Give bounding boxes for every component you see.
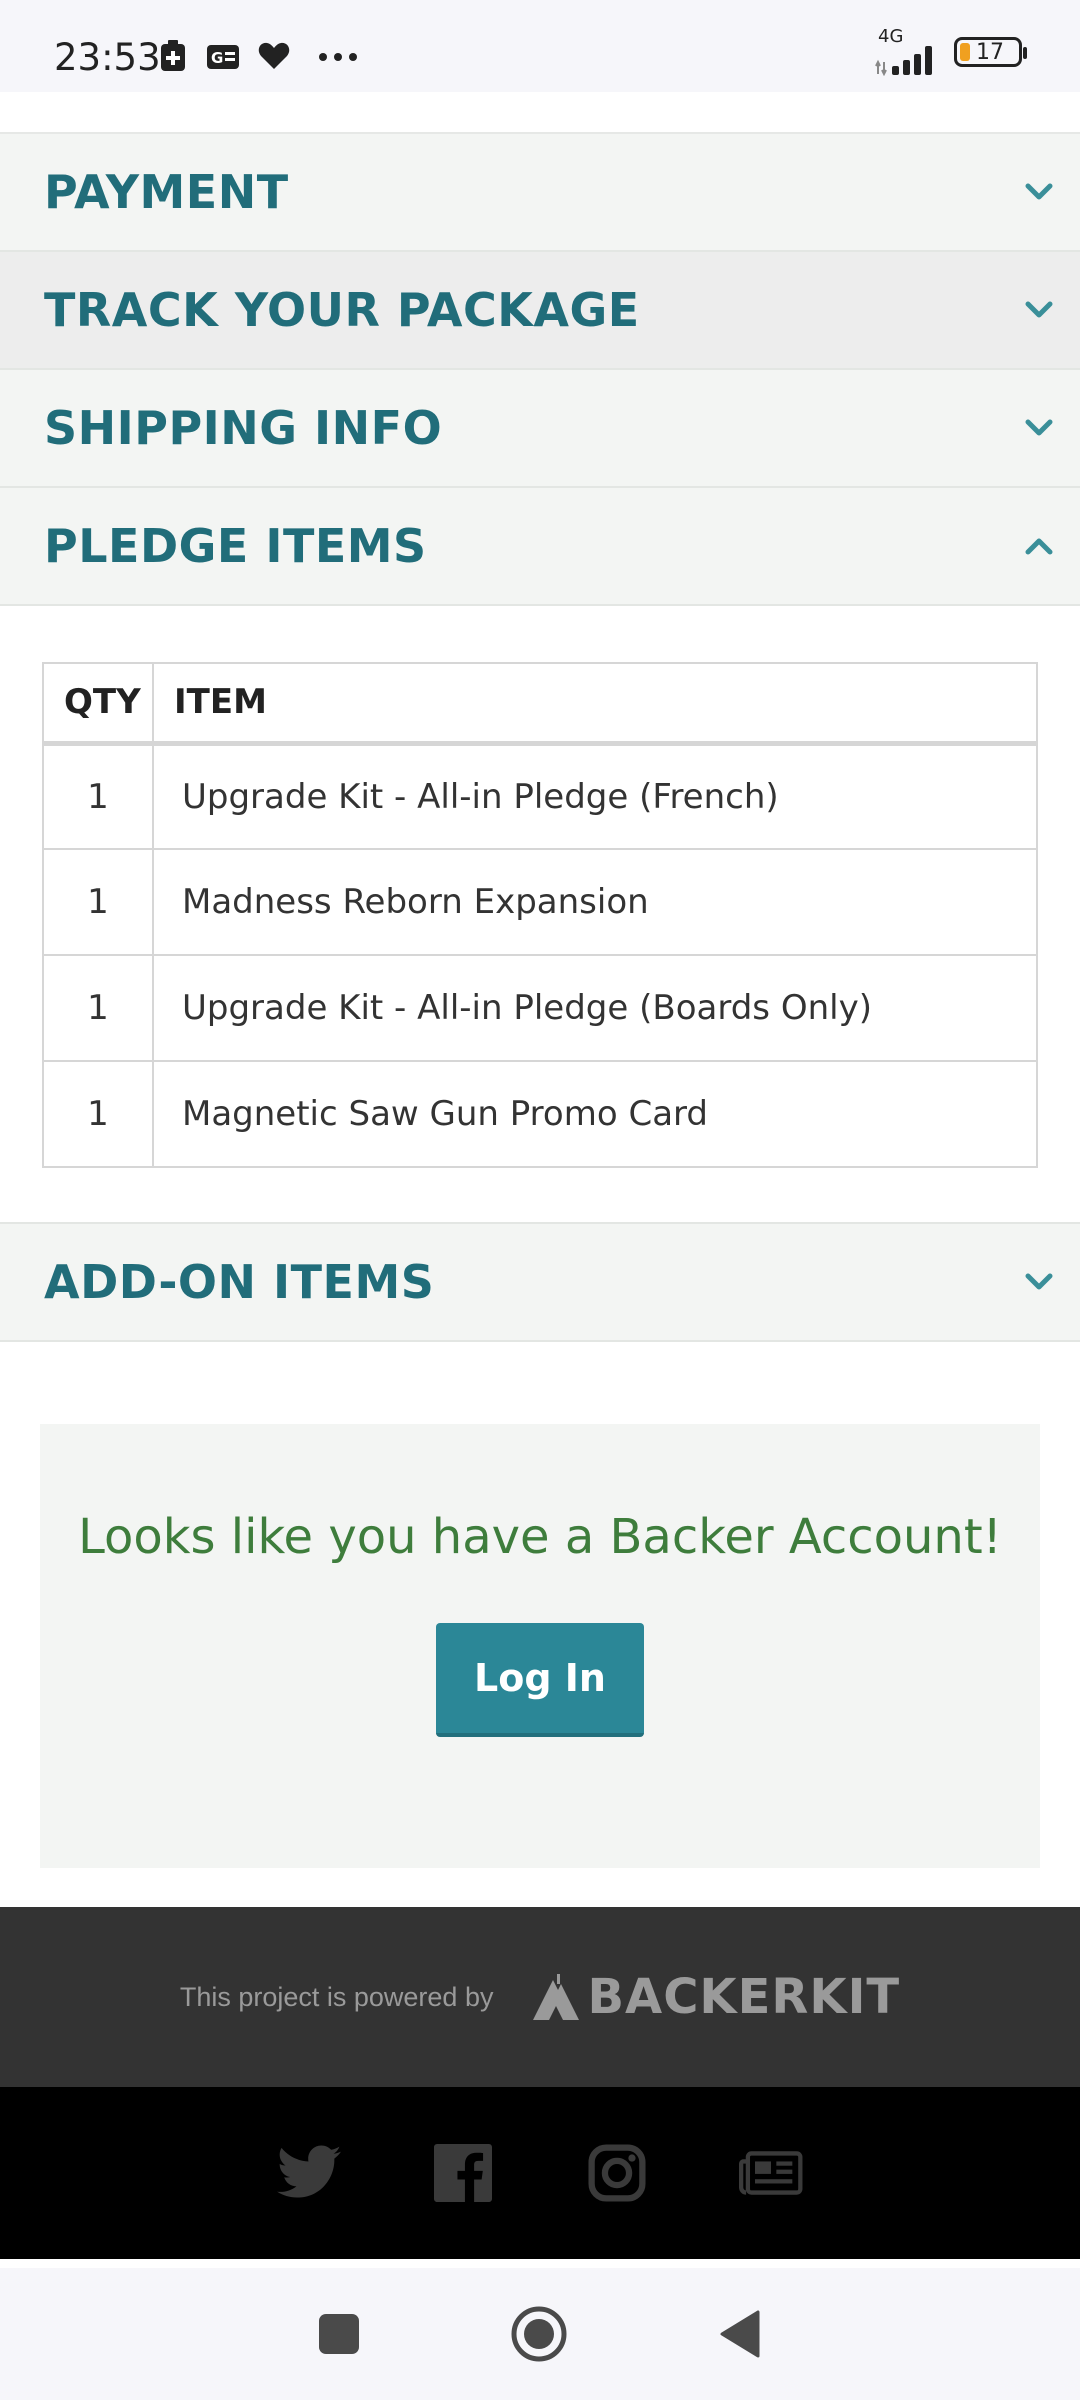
chevron-down-icon: [1025, 419, 1053, 436]
row-item: Magnetic Saw Gun Promo Card: [152, 1060, 1038, 1168]
social-footer: [0, 2087, 1080, 2259]
section-addon-title: ADD-ON ITEMS: [44, 1255, 435, 1309]
row-qty: 1: [42, 742, 154, 850]
chevron-down-icon: [1025, 301, 1053, 318]
status-bar: 23:53 G 4G 17: [0, 0, 1080, 92]
news-link[interactable]: [739, 2141, 803, 2205]
pledge-items-panel: QTY ITEM 1 Upgrade Kit - All-in Pledge (…: [0, 606, 1080, 1224]
heart-icon: [258, 42, 290, 69]
row-qty: 1: [42, 1060, 154, 1168]
backer-account-section: Looks like you have a Backer Account! Lo…: [0, 1342, 1080, 1907]
chevron-up-icon: [1025, 538, 1053, 555]
row-qty: 1: [42, 954, 154, 1062]
section-pledge-title: PLEDGE ITEMS: [44, 519, 427, 573]
table-header-row: QTY ITEM: [42, 662, 1038, 746]
twitter-link[interactable]: [277, 2141, 341, 2205]
pledge-items-table: QTY ITEM 1 Upgrade Kit - All-in Pledge (…: [42, 662, 1038, 1168]
powered-by-text: This project is powered by: [179, 1981, 494, 2012]
battery-icon: 17: [954, 37, 1027, 67]
top-strip: [0, 92, 1080, 134]
qty-header: QTY: [42, 662, 154, 746]
backer-account-message: Looks like you have a Backer Account!: [78, 1509, 1002, 1565]
section-shipping-info[interactable]: SHIPPING INFO: [0, 370, 1080, 488]
section-pledge-items[interactable]: PLEDGE ITEMS: [0, 488, 1080, 606]
facebook-icon: [434, 2144, 492, 2202]
battery-level: 17: [976, 39, 1004, 65]
section-payment-title: PAYMENT: [44, 165, 289, 219]
twitter-icon: [277, 2145, 341, 2198]
section-payment[interactable]: PAYMENT: [0, 134, 1080, 252]
row-item: Upgrade Kit - All-in Pledge (Boards Only…: [152, 954, 1038, 1062]
home-circle-icon[interactable]: [510, 2305, 568, 2363]
instagram-icon: [588, 2144, 646, 2202]
table-row: 1 Upgrade Kit - All-in Pledge (French): [42, 742, 1038, 850]
instagram-link[interactable]: [585, 2141, 649, 2205]
backer-account-box: Looks like you have a Backer Account! Lo…: [40, 1424, 1040, 1868]
sim-card-icon: G: [207, 45, 239, 69]
signal-icon: 4G: [874, 26, 944, 76]
svg-text:G: G: [211, 49, 223, 67]
status-time: 23:53: [54, 36, 161, 79]
recents-square-icon[interactable]: [318, 2313, 360, 2355]
more-dots-icon: [319, 53, 357, 61]
section-track-title: TRACK YOUR PACKAGE: [44, 283, 640, 337]
login-button[interactable]: Log In: [436, 1623, 644, 1737]
section-track-package[interactable]: TRACK YOUR PACKAGE: [0, 252, 1080, 370]
chevron-down-icon: [1025, 183, 1053, 200]
powered-by-footer: This project is powered by BACKERKIT: [0, 1907, 1080, 2087]
backerkit-mountain-icon: [533, 1974, 580, 2020]
item-header: ITEM: [152, 662, 1038, 746]
page-content: PAYMENT TRACK YOUR PACKAGE SHIPPING INFO…: [0, 92, 1080, 2268]
section-add-on-items[interactable]: ADD-ON ITEMS: [0, 1224, 1080, 1342]
chevron-down-icon: [1025, 1273, 1053, 1290]
table-row: 1 Magnetic Saw Gun Promo Card: [42, 1060, 1038, 1168]
section-shipping-title: SHIPPING INFO: [44, 401, 443, 455]
table-row: 1 Madness Reborn Expansion: [42, 848, 1038, 956]
facebook-link[interactable]: [431, 2141, 495, 2205]
back-triangle-icon[interactable]: [718, 2309, 762, 2359]
row-qty: 1: [42, 848, 154, 956]
backerkit-wordmark: BACKERKIT: [587, 1969, 901, 2025]
battery-saver-icon: [161, 40, 185, 71]
row-item: Upgrade Kit - All-in Pledge (French): [152, 742, 1038, 850]
backerkit-logo[interactable]: BACKERKIT: [531, 1969, 900, 2025]
news-icon: [739, 2151, 803, 2195]
table-row: 1 Upgrade Kit - All-in Pledge (Boards On…: [42, 954, 1038, 1062]
system-nav-bar: [0, 2268, 1080, 2400]
row-item: Madness Reborn Expansion: [152, 848, 1038, 956]
